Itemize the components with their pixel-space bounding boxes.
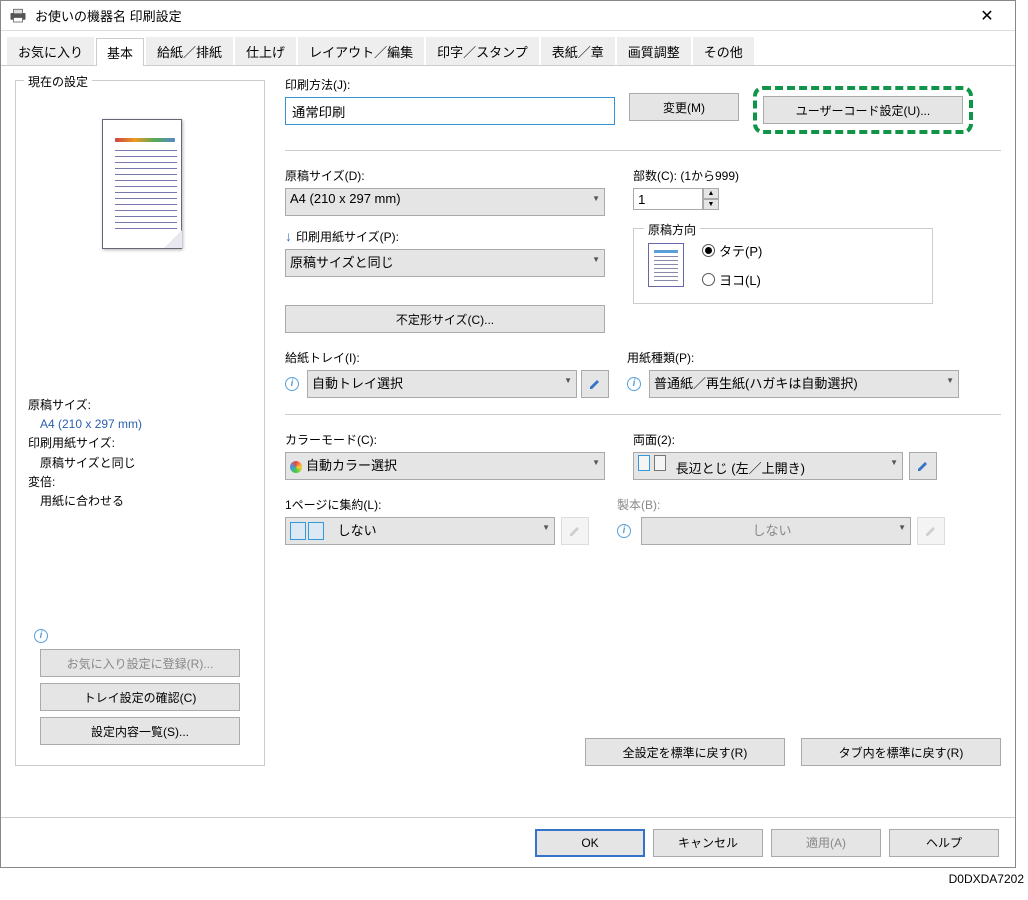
tab-cover[interactable]: 表紙／章 [541, 37, 615, 65]
colormode-select[interactable]: 自動カラー選択▼ [285, 452, 605, 480]
info-icon: i [34, 629, 48, 643]
settings-list-button[interactable]: 設定内容一覧(S)... [40, 717, 240, 745]
cancel-button[interactable]: キャンセル [653, 829, 763, 857]
summary-printsize-value: 原稿サイズと同じ [28, 454, 252, 473]
change-button[interactable]: 変更(M) [629, 93, 739, 121]
summary-docsize-label: 原稿サイズ: [28, 396, 252, 415]
ok-button[interactable]: OK [535, 829, 645, 857]
layout-label: 1ページに集約(L): [285, 496, 589, 513]
booklet-label: 製本(B): [617, 496, 945, 513]
booklet-select: しない▼ [641, 517, 911, 545]
page-preview [90, 111, 190, 256]
tab-paper[interactable]: 給紙／排紙 [146, 37, 233, 65]
help-button[interactable]: ヘルプ [889, 829, 999, 857]
tray-select[interactable]: 自動トレイ選択▼ [307, 370, 577, 398]
orientation-portrait[interactable]: タテ(P) [702, 241, 762, 260]
duplex-edit-button[interactable] [909, 452, 937, 480]
method-label: 印刷方法(J): [285, 76, 615, 93]
orientation-group: 原稿方向 タテ(P) ヨコ(L) [633, 228, 933, 304]
duplex-label: 両面(2): [633, 431, 937, 448]
orientation-legend: 原稿方向 [644, 221, 700, 238]
usercode-highlight: ユーザーコード設定(U)... [753, 86, 973, 134]
tray-edit-button[interactable] [581, 370, 609, 398]
current-settings-group: 現在の設定 原稿サイズ: A4 (210 x 297 mm) 印刷用紙サイズ: … [15, 80, 265, 766]
tab-layout[interactable]: レイアウト／編集 [298, 37, 424, 65]
check-tray-button[interactable]: トレイ設定の確認(C) [40, 683, 240, 711]
docsize-label: 原稿サイズ(D): [285, 167, 605, 184]
layout-select[interactable]: しない▼ [285, 517, 555, 545]
tab-stamp[interactable]: 印字／スタンプ [426, 37, 539, 65]
layout-icon [290, 522, 330, 542]
tab-basic[interactable]: 基本 [96, 38, 144, 66]
copies-down[interactable]: ▼ [703, 199, 719, 210]
current-settings-label: 現在の設定 [24, 73, 92, 90]
info-icon: i [285, 377, 299, 391]
dialog-footer: OK キャンセル 適用(A) ヘルプ [1, 817, 1015, 867]
summary-printsize-label: 印刷用紙サイズ: [28, 434, 252, 453]
apply-button[interactable]: 適用(A) [771, 829, 881, 857]
booklet-edit-button [917, 517, 945, 545]
copies-up[interactable]: ▲ [703, 188, 719, 199]
docsize-select[interactable]: A4 (210 x 297 mm)▼ [285, 188, 605, 216]
arrow-down-icon: ↓ [285, 228, 292, 244]
method-input[interactable] [285, 97, 615, 125]
papertype-select[interactable]: 普通紙／再生紙(ハガキは自動選択)▼ [649, 370, 959, 398]
tab-bar: お気に入り 基本 給紙／排紙 仕上げ レイアウト／編集 印字／スタンプ 表紙／章… [1, 37, 1015, 66]
tab-favorites[interactable]: お気に入り [7, 37, 94, 65]
reset-all-button[interactable]: 全設定を標準に戻す(R) [585, 738, 785, 766]
printer-icon [9, 8, 27, 24]
close-icon[interactable]: ✕ [967, 6, 1007, 26]
window-title: お使いの機器名 印刷設定 [35, 6, 182, 25]
summary-zoom-value: 用紙に合わせる [28, 492, 252, 511]
copies-label: 部数(C): (1から999) [633, 167, 933, 184]
printsize-label: ↓印刷用紙サイズ(P): [285, 228, 605, 245]
page-icon [648, 243, 684, 287]
document-id: D0DXDA7202 [949, 872, 1024, 898]
tab-finish[interactable]: 仕上げ [235, 37, 296, 65]
summary-zoom-label: 変倍: [28, 473, 252, 492]
color-wheel-icon [290, 461, 302, 473]
print-settings-window: お使いの機器名 印刷設定 ✕ お気に入り 基本 給紙／排紙 仕上げ レイアウト／… [0, 0, 1016, 868]
info-icon: i [627, 377, 641, 391]
usercode-button[interactable]: ユーザーコード設定(U)... [763, 96, 963, 124]
settings-summary: 原稿サイズ: A4 (210 x 297 mm) 印刷用紙サイズ: 原稿サイズと… [22, 396, 258, 511]
duplex-icon [638, 455, 668, 473]
colormode-label: カラーモード(C): [285, 431, 605, 448]
custom-size-button[interactable]: 不定形サイズ(C)... [285, 305, 605, 333]
orientation-landscape[interactable]: ヨコ(L) [702, 270, 762, 289]
titlebar: お使いの機器名 印刷設定 ✕ [1, 1, 1015, 31]
save-favorite-button[interactable]: お気に入り設定に登録(R)... [40, 649, 240, 677]
tab-quality[interactable]: 画質調整 [617, 37, 691, 65]
copies-input[interactable] [633, 188, 703, 210]
tray-label: 給紙トレイ(I): [285, 349, 609, 366]
layout-edit-button [561, 517, 589, 545]
papertype-label: 用紙種類(P): [627, 349, 959, 366]
duplex-select[interactable]: 長辺とじ (左／上開き)▼ [633, 452, 903, 480]
reset-tab-button[interactable]: タブ内を標準に戻す(R) [801, 738, 1001, 766]
summary-docsize-value: A4 (210 x 297 mm) [28, 415, 252, 434]
info-icon: i [617, 524, 631, 538]
tab-other[interactable]: その他 [693, 37, 754, 65]
printsize-select[interactable]: 原稿サイズと同じ▼ [285, 249, 605, 277]
